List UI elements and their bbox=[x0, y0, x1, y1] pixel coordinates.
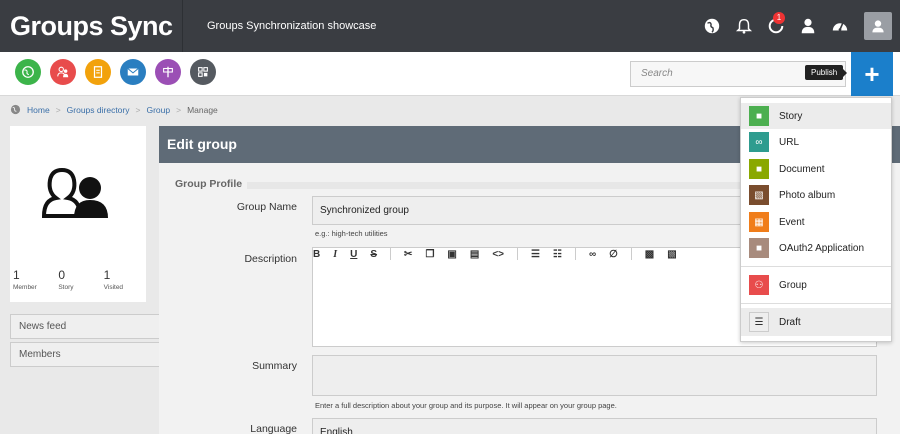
menu-item-story[interactable]: ■ Story bbox=[741, 103, 891, 129]
stat-visited[interactable]: 1 Visited bbox=[101, 268, 146, 291]
bold-icon[interactable]: B bbox=[313, 249, 320, 260]
toolbar-divider bbox=[390, 248, 392, 260]
paste-text-icon[interactable]: ▤ bbox=[470, 249, 479, 260]
stat-stories[interactable]: 0 Story bbox=[55, 268, 100, 291]
menu-item-draft[interactable]: ☰ Draft bbox=[741, 308, 891, 336]
menu-item-document[interactable]: ■ Document bbox=[741, 156, 891, 182]
unlink-icon[interactable]: ∅ bbox=[609, 249, 618, 260]
language-select[interactable]: English bbox=[312, 418, 877, 434]
list-icon: ☰ bbox=[749, 312, 769, 332]
group-profile-card: 1 Member 0 Story 1 Visited bbox=[10, 126, 146, 302]
stat-members[interactable]: 1 Member bbox=[10, 268, 55, 291]
stat-value: 1 bbox=[103, 268, 111, 282]
menu-item-group[interactable]: ⚇ Group bbox=[741, 272, 891, 298]
stat-value: 0 bbox=[58, 268, 66, 282]
avatar[interactable] bbox=[864, 12, 892, 40]
chevron-right-icon: > bbox=[176, 104, 182, 115]
embed-media-icon[interactable]: ▩ bbox=[645, 249, 654, 260]
menu-item-label: Document bbox=[779, 163, 825, 175]
menu-item-event[interactable]: ▦ Event bbox=[741, 209, 891, 235]
menu-item-label: Photo album bbox=[779, 189, 836, 201]
summary-label: Summary bbox=[252, 360, 297, 372]
menu-item-label: Story bbox=[779, 110, 803, 122]
globe-app-icon[interactable] bbox=[15, 59, 41, 85]
publish-menu: ■ Story ∞ URL ■ Document ▧ Photo album ▦… bbox=[740, 97, 892, 342]
italic-icon[interactable]: I bbox=[333, 249, 337, 260]
mail-app-icon[interactable] bbox=[120, 59, 146, 85]
strikethrough-icon[interactable]: S bbox=[370, 249, 377, 260]
stat-label: Member bbox=[13, 284, 37, 291]
link-icon[interactable]: ∞ bbox=[589, 249, 596, 260]
application-icon: ■ bbox=[749, 238, 769, 258]
description-label: Description bbox=[244, 253, 297, 265]
side-link-members[interactable]: Members bbox=[10, 342, 160, 367]
toolbar-divider bbox=[517, 248, 518, 260]
group-avatar-icon bbox=[41, 167, 108, 218]
summary-input[interactable] bbox=[312, 355, 877, 396]
stat-label: Visited bbox=[103, 284, 124, 291]
breadcrumb-group[interactable]: Group bbox=[146, 105, 170, 115]
globe-icon bbox=[10, 104, 21, 115]
breadcrumb-home[interactable]: Home bbox=[27, 105, 50, 115]
menu-item-label: OAuth2 Application bbox=[779, 242, 865, 254]
users-app-icon[interactable] bbox=[50, 59, 76, 85]
breadcrumb-groups-directory[interactable]: Groups directory bbox=[67, 105, 130, 115]
toolbar-divider bbox=[574, 248, 576, 260]
photo-icon: ▧ bbox=[749, 185, 769, 205]
globe-icon[interactable] bbox=[696, 10, 728, 42]
summary-hint: Enter a full description about your grou… bbox=[315, 401, 617, 410]
dashboard-icon[interactable] bbox=[824, 10, 856, 42]
site-subtitle: Groups Synchronization showcase bbox=[207, 20, 377, 32]
menu-divider bbox=[741, 303, 891, 304]
source-code-icon[interactable]: <> bbox=[492, 249, 504, 260]
breadcrumb: Home > Groups directory > Group > Manage bbox=[10, 104, 218, 115]
document-icon: ■ bbox=[749, 106, 769, 126]
user-icon[interactable] bbox=[792, 10, 824, 42]
users-icon: ⚇ bbox=[749, 275, 769, 295]
image-icon[interactable]: ▧ bbox=[667, 249, 676, 260]
chevron-right-icon: > bbox=[135, 104, 141, 115]
group-stats: 1 Member 0 Story 1 Visited bbox=[10, 268, 146, 291]
publish-tooltip: Publish bbox=[805, 65, 848, 80]
signpost-app-icon[interactable] bbox=[155, 59, 181, 85]
chevron-right-icon: > bbox=[55, 104, 61, 115]
menu-item-label: Group bbox=[779, 279, 807, 291]
language-label: Language bbox=[250, 423, 297, 434]
link-icon: ∞ bbox=[749, 132, 769, 152]
breadcrumb-current: Manage bbox=[187, 104, 218, 115]
notification-badge: 1 bbox=[773, 12, 785, 24]
app-bar: Search bbox=[0, 52, 900, 96]
side-link-news-feed[interactable]: News feed bbox=[10, 314, 160, 339]
copy-icon[interactable]: ❐ bbox=[425, 249, 434, 260]
menu-divider bbox=[741, 266, 891, 267]
top-bar: Groups Sync Groups Synchronization showc… bbox=[0, 0, 900, 52]
stat-label: Story bbox=[58, 284, 74, 291]
menu-item-label: Event bbox=[779, 216, 805, 228]
app-shortcuts bbox=[15, 59, 216, 85]
bell-icon[interactable] bbox=[728, 10, 760, 42]
toolbar-divider bbox=[630, 248, 632, 260]
menu-item-photo-album[interactable]: ▧ Photo album bbox=[741, 182, 891, 208]
contacts-app-icon[interactable] bbox=[85, 59, 111, 85]
stat-value: 1 bbox=[13, 268, 20, 282]
file-icon: ■ bbox=[749, 159, 769, 179]
apps-grid-icon[interactable] bbox=[190, 59, 216, 85]
menu-item-label: URL bbox=[779, 136, 800, 148]
group-name-label: Group Name bbox=[236, 201, 297, 213]
menu-item-oauth2-application[interactable]: ■ OAuth2 Application bbox=[741, 235, 891, 261]
notifications-icon[interactable]: 1 bbox=[760, 10, 792, 42]
cut-icon[interactable]: ✂ bbox=[404, 249, 412, 260]
brand-logo[interactable]: Groups Sync bbox=[0, 0, 183, 52]
menu-item-url[interactable]: ∞ URL bbox=[741, 129, 891, 155]
menu-item-label: Draft bbox=[779, 316, 801, 328]
publish-button[interactable]: + bbox=[851, 52, 893, 96]
paste-icon[interactable]: ▣ bbox=[447, 249, 456, 260]
section-title: Group Profile bbox=[175, 178, 243, 190]
calendar-icon: ▦ bbox=[749, 212, 769, 232]
editor-toolbar: B I U S ✂ ❐ ▣ ▤ <> ☰ ☷ ∞ ∅ ▩ ▧ bbox=[313, 248, 677, 260]
numbered-list-icon[interactable]: ☷ bbox=[553, 249, 562, 260]
bulleted-list-icon[interactable]: ☰ bbox=[531, 249, 540, 260]
underline-icon[interactable]: U bbox=[350, 249, 357, 260]
group-name-hint: e.g.: high-tech utilities bbox=[315, 229, 388, 238]
